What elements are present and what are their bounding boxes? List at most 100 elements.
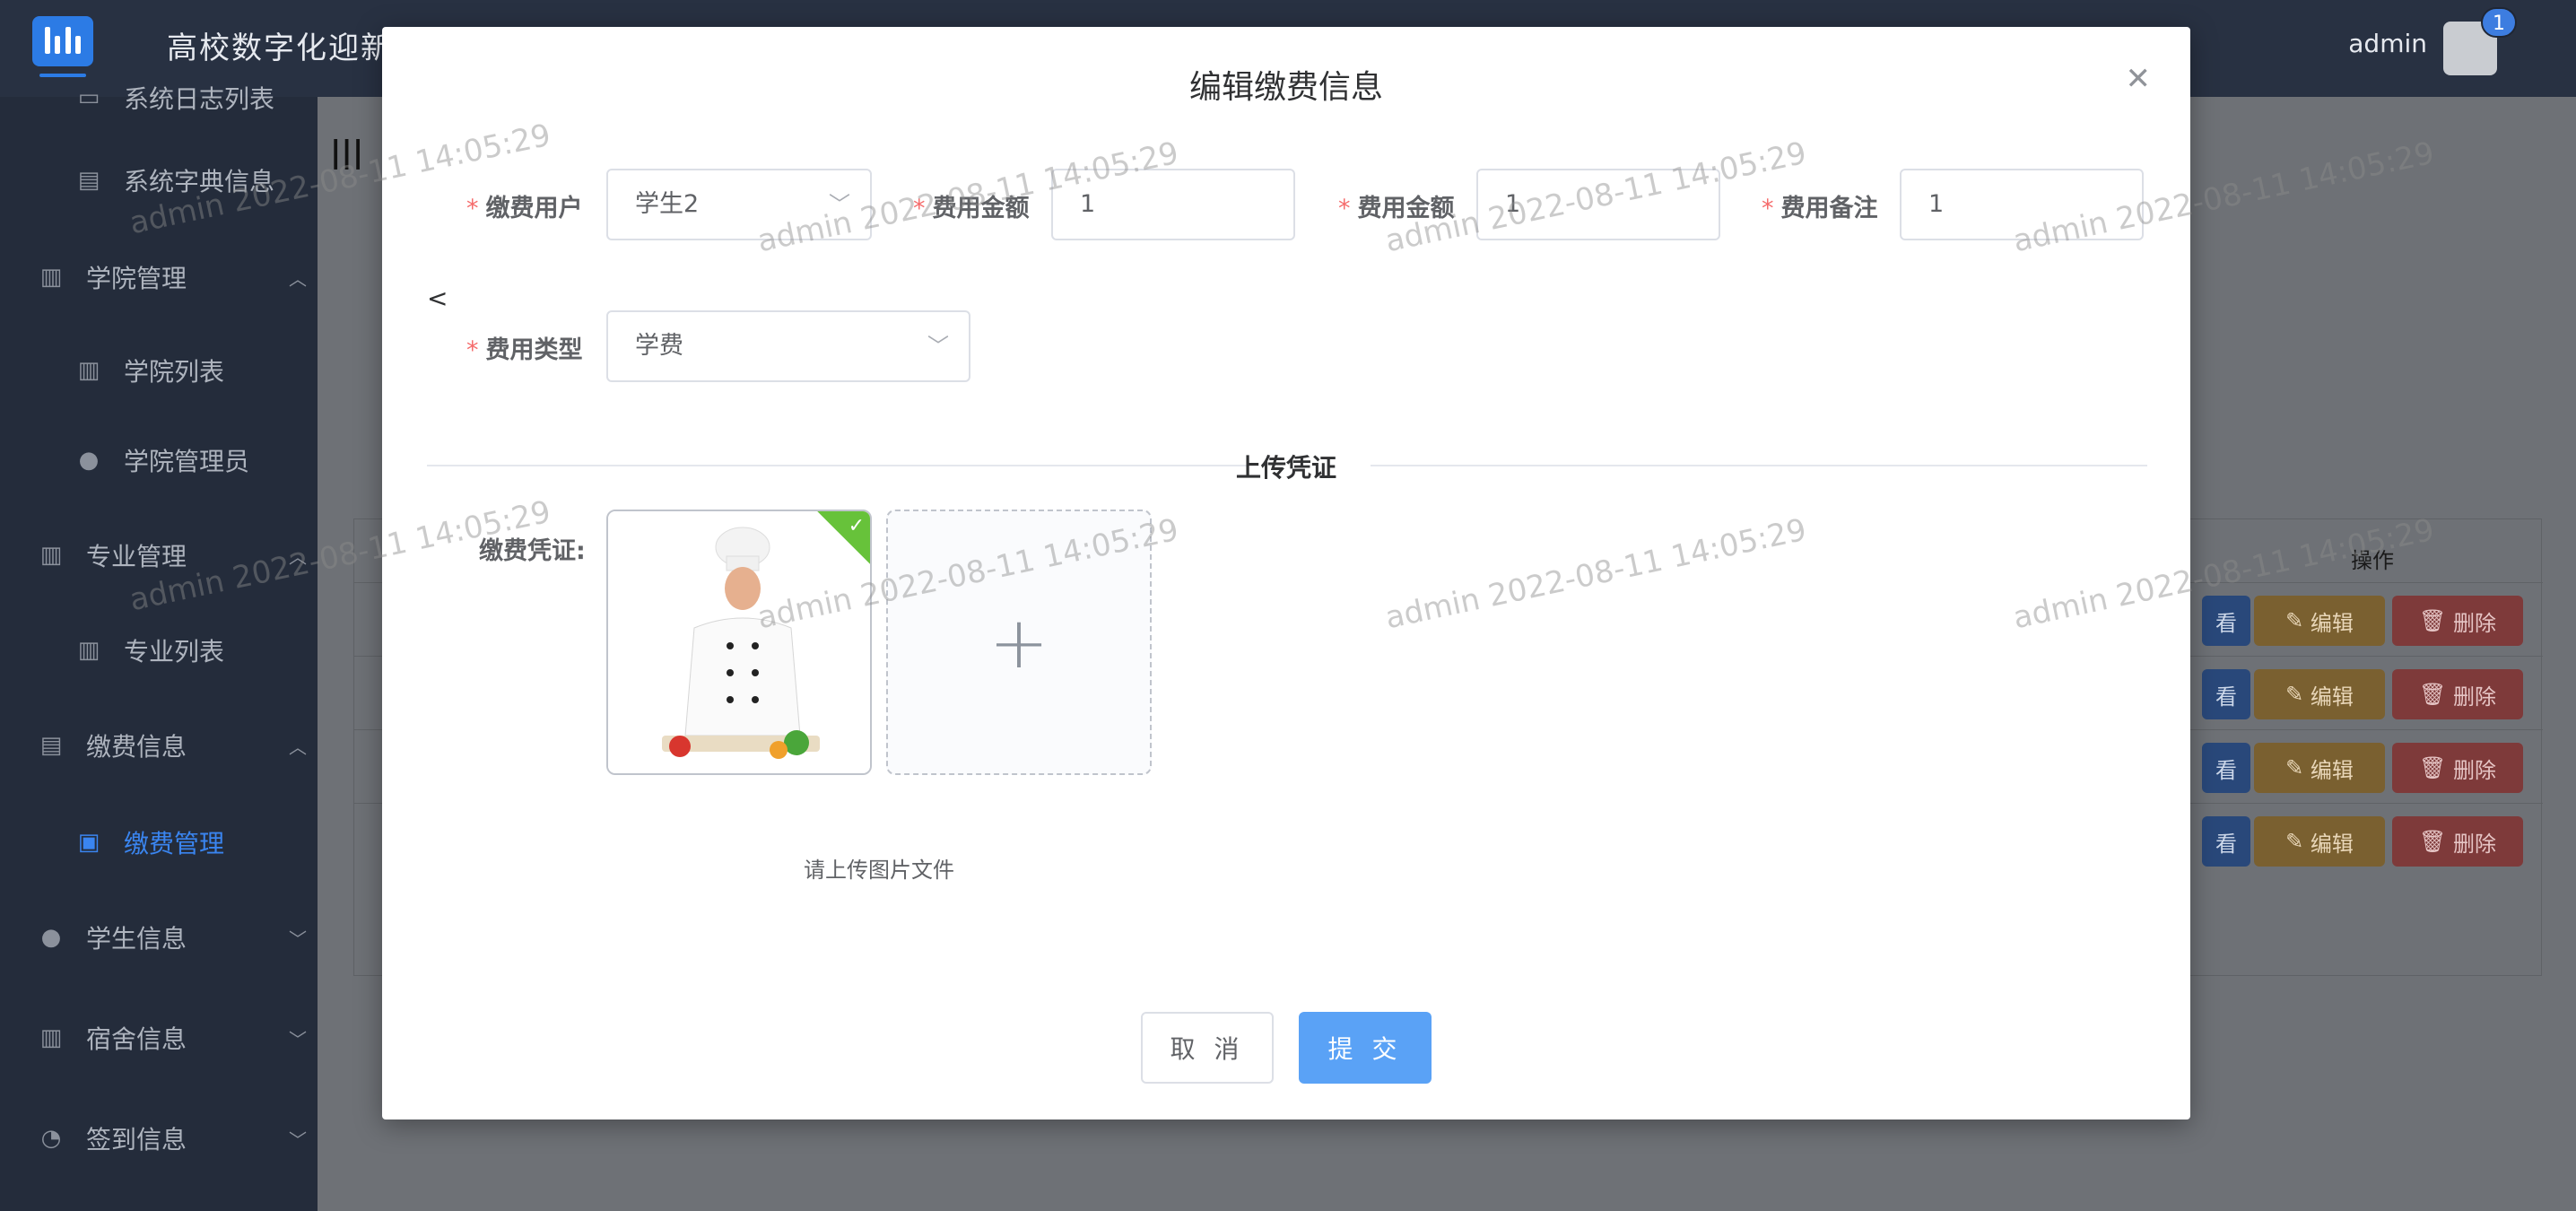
- sidebar-item-label: 专业管理: [86, 542, 187, 571]
- sidebar-item-label: 缴费管理: [124, 829, 225, 858]
- view-button[interactable]: 看: [2202, 816, 2250, 867]
- building-icon: ▥: [39, 1024, 63, 1051]
- dialog-title: 编辑缴费信息: [1188, 69, 1383, 106]
- building-icon: ▥: [39, 542, 63, 569]
- voucher-thumbnail[interactable]: ✓: [606, 510, 872, 775]
- trash-icon: 🗑: [2418, 682, 2454, 707]
- chevron-down-icon: ﹀: [289, 928, 307, 950]
- fee-type-select[interactable]: 学费 ﹀: [606, 310, 970, 382]
- building-icon: ▥: [77, 637, 100, 664]
- cancel-button[interactable]: 取 消: [1141, 1012, 1274, 1084]
- chef-photo: [608, 511, 870, 773]
- upload-add-button[interactable]: +: [886, 510, 1152, 775]
- list-icon: ▭: [77, 84, 100, 111]
- edit-button[interactable]: ✎ 编辑: [2254, 816, 2385, 867]
- sidebar-item-college-list[interactable]: ▥ 学院列表: [0, 339, 318, 402]
- chevron-up-icon: ︿: [289, 545, 307, 568]
- sidebar-item-major-mgmt[interactable]: ▥ 专业管理 ︿: [0, 524, 318, 587]
- view-button[interactable]: 看: [2202, 596, 2250, 646]
- edit-button-label: 编辑: [2310, 684, 2354, 710]
- stray-text: <: [427, 283, 448, 313]
- app-title: 高校数字化迎新: [167, 30, 393, 66]
- amount-label: * 费用金额: [913, 195, 1030, 222]
- sidebar-item-label: 学院管理: [86, 264, 187, 293]
- edit-icon: ✎: [2285, 829, 2311, 854]
- sidebar-item-label: 学院列表: [124, 357, 225, 387]
- payer-label: * 缴费用户: [466, 195, 583, 222]
- edit-button-label: 编辑: [2310, 831, 2354, 857]
- delete-button[interactable]: 🗑 删除: [2392, 816, 2523, 867]
- trash-icon: 🗑: [2418, 755, 2454, 780]
- chevron-up-icon: ︿: [289, 736, 307, 758]
- operation-column-header: 操作: [2351, 548, 2394, 573]
- amount-input[interactable]: 1: [1051, 169, 1295, 240]
- delete-button[interactable]: 🗑 删除: [2392, 743, 2523, 793]
- submit-button[interactable]: 提 交: [1299, 1012, 1432, 1084]
- chevron-down-icon: ﹀: [289, 1128, 307, 1151]
- sidebar-item-label: 缴费信息: [86, 732, 187, 762]
- edit-icon: ✎: [2285, 682, 2311, 707]
- edit-button[interactable]: ✎ 编辑: [2254, 743, 2385, 793]
- sidebar-item-payment-mgmt[interactable]: ▣ 缴费管理: [0, 811, 318, 874]
- edit-icon: ✎: [2285, 608, 2311, 633]
- dashboard-icon: ◔: [40, 1125, 62, 1152]
- chevron-up-icon: ︿: [289, 267, 307, 290]
- edit-icon: ✎: [2285, 755, 2311, 780]
- amount-label-2: * 费用金额: [1338, 195, 1455, 222]
- sidebar-item-college-admin[interactable]: ● 学院管理员: [0, 429, 318, 492]
- plus-icon: +: [988, 601, 1049, 684]
- chevron-down-icon: ﹀: [927, 334, 949, 359]
- user-name[interactable]: admin: [2348, 29, 2427, 58]
- building-icon: ▥: [77, 357, 100, 384]
- sidebar-item-label: 宿舍信息: [86, 1024, 187, 1054]
- delete-button-label: 删除: [2453, 610, 2497, 636]
- sidebar-item-label: 专业列表: [124, 637, 225, 666]
- close-icon[interactable]: ✕: [2126, 61, 2152, 97]
- hamburger-icon[interactable]: |||: [330, 135, 363, 170]
- sidebar-item-checkin-info[interactable]: ◔ 签到信息 ﹀: [0, 1107, 318, 1170]
- sidebar-item-major-list[interactable]: ▥ 专业列表: [0, 619, 318, 682]
- check-icon: ✓: [848, 515, 865, 537]
- sidebar-item-dorm-info[interactable]: ▥ 宿舍信息 ﹀: [0, 1006, 318, 1069]
- upload-tip: 请上传图片文件: [804, 858, 954, 883]
- delete-button-label: 删除: [2453, 757, 2497, 783]
- remark-label: * 费用备注: [1762, 195, 1878, 222]
- delete-button[interactable]: 🗑 删除: [2392, 596, 2523, 646]
- sidebar-item-student-info[interactable]: ● 学生信息 ﹀: [0, 906, 318, 969]
- delete-button-label: 删除: [2453, 684, 2497, 710]
- user-icon: ●: [78, 447, 100, 474]
- payer-value: 学生2: [635, 190, 700, 218]
- notification-badge[interactable]: 1: [2481, 7, 2517, 38]
- sidebar-item-label: 学院管理员: [124, 447, 250, 476]
- sidebar-item-system-log[interactable]: ▭ 系统日志列表: [0, 66, 318, 129]
- sidebar-item-college-mgmt[interactable]: ▥ 学院管理 ︿: [0, 246, 318, 309]
- delete-button[interactable]: 🗑 删除: [2392, 669, 2523, 719]
- edit-button-label: 编辑: [2310, 610, 2354, 636]
- payer-select[interactable]: 学生2 ﹀: [606, 169, 872, 240]
- edit-payment-dialog: 编辑缴费信息 ✕ * 缴费用户 学生2 ﹀ * 费用金额 1 * 费用金额 1 * 费用…: [382, 27, 2190, 1120]
- chevron-down-icon: ﹀: [829, 192, 850, 217]
- card-icon: ▤: [77, 167, 100, 194]
- building-icon: ▥: [39, 264, 63, 291]
- edit-button[interactable]: ✎ 编辑: [2254, 596, 2385, 646]
- voucher-label: 缴费凭证:: [479, 537, 586, 565]
- fee-type-value: 学费: [635, 332, 683, 360]
- trash-icon: 🗑: [2418, 608, 2454, 633]
- sidebar-item-payment-info[interactable]: ▤ 缴费信息 ︿: [0, 714, 318, 777]
- amount-input-2[interactable]: 1: [1476, 169, 1720, 240]
- view-button[interactable]: 看: [2202, 669, 2250, 719]
- sidebar-item-system-dict[interactable]: ▤ 系统字典信息: [0, 149, 318, 212]
- trash-icon: 🗑: [2418, 829, 2454, 854]
- app-logo-icon[interactable]: [32, 16, 93, 77]
- chart-icon: ▣: [77, 829, 100, 856]
- view-button[interactable]: 看: [2202, 743, 2250, 793]
- edit-button[interactable]: ✎ 编辑: [2254, 669, 2385, 719]
- sidebar-item-label: 签到信息: [86, 1125, 187, 1154]
- edit-button-label: 编辑: [2310, 757, 2354, 783]
- chevron-down-icon: ﹀: [289, 1028, 307, 1050]
- card-icon: ▤: [39, 732, 63, 759]
- remark-input[interactable]: 1: [1900, 169, 2144, 240]
- user-icon: ●: [40, 924, 62, 951]
- upload-section-title: 上传凭证: [1235, 453, 1336, 483]
- sidebar-item-label: 系统日志列表: [124, 84, 275, 114]
